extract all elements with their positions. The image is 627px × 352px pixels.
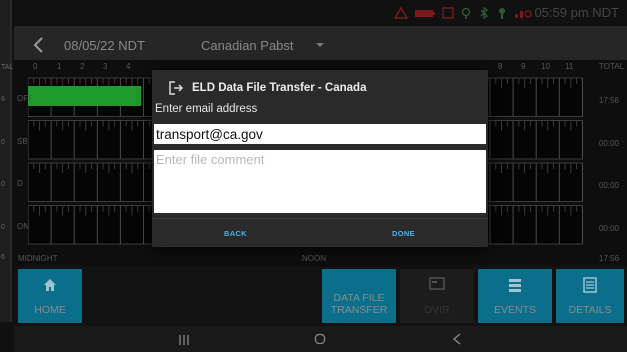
- truck-connection-icon: [499, 8, 505, 19]
- footer-total: 17:56: [599, 254, 620, 263]
- hour-label: 2: [80, 62, 85, 71]
- row-total-sb: 00:00: [598, 139, 619, 148]
- log-date[interactable]: 08/05/22 NDT: [64, 38, 145, 53]
- home-label: HOME: [34, 304, 66, 317]
- chevron-down-icon[interactable]: [316, 43, 324, 47]
- graph-footer: MIDNIGHT NOON 17:56: [14, 252, 627, 266]
- data-file-transfer-dialog: ELD Data File Transfer - Canada Enter em…: [152, 70, 488, 247]
- carrier-selector[interactable]: Canadian Pabst: [201, 38, 294, 53]
- off-duty-bar: [28, 86, 142, 106]
- hour-label: 9: [521, 62, 526, 71]
- status-time: 05:59 pm NDT: [534, 5, 619, 20]
- tablet-icon: [442, 7, 454, 19]
- left-edge-label: TAL: [1, 64, 14, 71]
- hour-label: 0: [33, 62, 38, 71]
- bluetooth-icon: [480, 7, 489, 19]
- recents-icon[interactable]: [178, 334, 190, 346]
- email-input[interactable]: [154, 124, 486, 144]
- bottom-nav: HOME DATA FILE TRANSFER DVIR EVENTS DETA…: [14, 266, 627, 326]
- hour-label: 3: [103, 62, 108, 71]
- row-label-sb: SB: [17, 137, 28, 146]
- hour-label: 10: [541, 62, 550, 71]
- circle-home-icon[interactable]: [314, 333, 326, 345]
- alert-icon: [394, 7, 408, 19]
- done-button[interactable]: DONE: [392, 229, 415, 238]
- hour-label: 8: [498, 62, 503, 71]
- row-label-d: D: [17, 179, 23, 188]
- data-file-transfer-label: DATA FILE TRANSFER: [330, 291, 388, 317]
- export-arrow-icon: [169, 81, 184, 95]
- chevron-left-icon[interactable]: [32, 36, 46, 54]
- location-icon: [461, 7, 471, 19]
- row-total-off: 17:56: [598, 96, 619, 105]
- hour-label: 11: [565, 62, 574, 71]
- events-list-icon: [509, 279, 521, 292]
- footer-midnight: MIDNIGHT: [18, 254, 58, 263]
- dvir-button[interactable]: DVIR: [400, 269, 474, 323]
- details-label: DETAILS: [568, 304, 612, 317]
- house-icon: [44, 279, 56, 291]
- dialog-header: ELD Data File Transfer - Canada: [152, 70, 488, 102]
- data-file-transfer-button[interactable]: DATA FILE TRANSFER: [322, 269, 396, 323]
- row-total-on: 00:00: [598, 224, 619, 233]
- left-edge-panel: TAL 6 0 0 0 6: [0, 0, 14, 322]
- details-document-icon: [583, 277, 597, 293]
- triangle-back-icon[interactable]: [452, 333, 462, 345]
- row-label-on: ON: [17, 222, 29, 231]
- dvir-label: DVIR: [424, 304, 450, 317]
- hour-label: 4: [126, 62, 131, 71]
- status-bar: 05:59 pm NDT: [14, 0, 627, 26]
- row-total-d: 00:00: [598, 181, 619, 190]
- events-label: EVENTS: [493, 304, 536, 317]
- hour-label: 1: [57, 62, 62, 71]
- dvir-card-icon: [429, 277, 445, 290]
- details-button[interactable]: DETAILS: [556, 269, 624, 323]
- back-button[interactable]: BACK: [224, 229, 247, 238]
- total-header: TOTAL: [599, 62, 625, 71]
- dialog-title: ELD Data File Transfer - Canada: [192, 82, 367, 94]
- file-comment-input[interactable]: [154, 150, 486, 213]
- dialog-actions: BACK DONE: [152, 218, 488, 247]
- eld-app: TAL 6 0 0 0 6 05:59 pm NDT 08/05/22 NDT …: [0, 0, 627, 352]
- email-label: Enter email address: [155, 103, 258, 115]
- home-button[interactable]: HOME: [18, 269, 82, 323]
- left-edge-label: 6: [1, 96, 5, 103]
- signal-icon: [515, 10, 532, 18]
- left-edge-label: 0: [1, 139, 5, 146]
- left-edge-label: 0: [1, 224, 5, 231]
- left-edge-label: 6: [1, 254, 5, 261]
- row-label-off: OFF: [17, 94, 33, 103]
- system-nav-bar: [14, 326, 627, 352]
- footer-noon: NOON: [302, 254, 326, 263]
- left-edge-label: 0: [1, 181, 5, 188]
- events-button[interactable]: EVENTS: [478, 269, 552, 323]
- battery-icon: [415, 10, 435, 17]
